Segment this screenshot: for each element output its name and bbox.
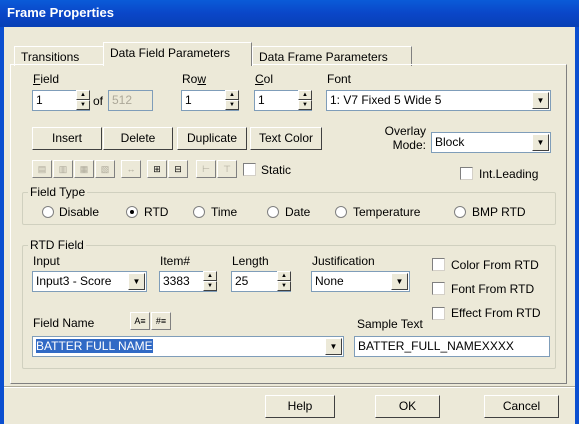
align-top-icon[interactable]: ▤ — [32, 160, 52, 178]
rtd-justification-label: Justification — [312, 254, 375, 268]
tab-data-field-parameters[interactable]: Data Field Parameters — [103, 42, 252, 66]
field-type-time-label: Time — [211, 205, 238, 219]
field-label: Field — [33, 72, 60, 86]
field-name-number-icon[interactable]: #≡ — [151, 312, 171, 330]
field-type-bmp-rtd-label: BMP RTD — [472, 205, 526, 219]
window-border-right — [575, 27, 579, 424]
stretch-width-icon[interactable]: ↔ — [121, 160, 141, 178]
field-name-edit-icon[interactable]: A≡ — [130, 312, 150, 330]
delete-button[interactable]: Delete — [103, 127, 173, 150]
rtd-field-title: RTD Field — [28, 238, 86, 252]
effect-from-rtd-checkbox[interactable] — [432, 307, 445, 320]
rtd-item-spinner[interactable]: ▲ ▼ — [203, 271, 217, 292]
int-leading-checkbox[interactable] — [460, 167, 473, 180]
overlay-mode-value: Block — [435, 135, 465, 149]
field-total: 512 — [108, 90, 153, 111]
chevron-down-icon[interactable]: ▼ — [532, 134, 549, 151]
help-button[interactable]: Help — [265, 395, 335, 418]
tab-data-frame-parameters-label: Data Frame Parameters — [259, 50, 388, 64]
field-type-disable-radio[interactable] — [42, 206, 54, 218]
sample-text-field[interactable]: BATTER_FULL_NAMEXXXX — [354, 336, 550, 357]
font-select-value: 1: V7 Fixed 5 Wide 5 — [330, 93, 442, 107]
align-right-icon[interactable]: ▧ — [95, 160, 115, 178]
rtd-length-spinner[interactable]: ▲ ▼ — [277, 271, 291, 292]
space-horizontal-icon[interactable]: ⊢ — [196, 160, 216, 178]
field-name-select[interactable]: BATTER FULL NAME ▼ — [32, 336, 344, 357]
center-horizontal-icon[interactable]: ⊞ — [147, 160, 167, 178]
text-color-button[interactable]: Text Color — [250, 127, 322, 150]
duplicate-button[interactable]: Duplicate — [177, 127, 247, 150]
font-from-rtd-checkbox[interactable] — [432, 282, 445, 295]
footer-separator — [4, 386, 575, 388]
field-name-label: Field Name — [33, 316, 95, 330]
rtd-input-select[interactable]: Input3 - Score ▼ — [32, 271, 147, 292]
overlay-mode-select[interactable]: Block ▼ — [431, 132, 551, 153]
sample-text-label: Sample Text — [357, 317, 423, 331]
tab-data-field-parameters-label: Data Field Parameters — [110, 46, 231, 60]
frame-properties-dialog: Frame Properties Transitions Data Field … — [0, 0, 579, 424]
field-of-label: of — [93, 94, 104, 108]
field-type-disable-label: Disable — [59, 205, 100, 219]
tab-transitions-label: Transitions — [21, 50, 80, 64]
align-left-icon[interactable]: ▦ — [74, 160, 94, 178]
center-vertical-icon[interactable]: ⊟ — [168, 160, 188, 178]
insert-button[interactable]: Insert — [32, 127, 102, 150]
window-title: Frame Properties — [7, 5, 114, 20]
static-label: Static — [261, 163, 292, 177]
chevron-down-icon[interactable]: ▼ — [325, 338, 342, 355]
align-middle-icon[interactable]: ▥ — [53, 160, 73, 178]
rtd-input-value: Input3 - Score — [36, 274, 112, 288]
font-select[interactable]: 1: V7 Fixed 5 Wide 5 ▼ — [326, 90, 551, 111]
row-spinner[interactable]: ▲ ▼ — [225, 90, 239, 111]
field-type-rtd-label: RTD — [144, 205, 169, 219]
rtd-item-label: Item# — [160, 254, 191, 268]
rtd-length-label: Length — [232, 254, 269, 268]
col-label: Col — [255, 72, 274, 86]
window-border-left — [0, 27, 4, 424]
cancel-button[interactable]: Cancel — [484, 395, 559, 418]
int-leading-label: Int.Leading — [479, 167, 539, 181]
ok-button[interactable]: OK — [375, 395, 440, 418]
color-from-rtd-label: Color From RTD — [451, 258, 539, 272]
field-type-temperature-radio[interactable] — [335, 206, 347, 218]
chevron-down-icon[interactable]: ▼ — [391, 273, 408, 290]
field-type-date-radio[interactable] — [267, 206, 279, 218]
field-type-title: Field Type — [28, 185, 88, 199]
rtd-justification-value: None — [315, 274, 344, 288]
rtd-input-label: Input — [33, 254, 60, 268]
row-label: Row — [182, 72, 207, 86]
chevron-down-icon[interactable]: ▼ — [532, 92, 549, 109]
effect-from-rtd-label: Effect From RTD — [451, 306, 541, 320]
static-checkbox[interactable] — [243, 163, 256, 176]
tab-data-frame-parameters[interactable]: Data Frame Parameters — [252, 46, 412, 66]
field-type-date-label: Date — [285, 205, 311, 219]
font-label: Font — [327, 72, 352, 86]
tab-transitions[interactable]: Transitions — [14, 46, 104, 66]
font-from-rtd-label: Font From RTD — [451, 282, 535, 296]
overlay-label-line1: Overlay — [384, 124, 426, 138]
field-type-rtd-radio[interactable] — [126, 206, 138, 218]
field-type-bmp-rtd-radio[interactable] — [454, 206, 466, 218]
color-from-rtd-checkbox[interactable] — [432, 258, 445, 271]
space-vertical-icon[interactable]: ⊤ — [217, 160, 237, 178]
title-bar[interactable]: Frame Properties — [0, 0, 579, 27]
field-type-temperature-label: Temperature — [353, 205, 421, 219]
chevron-down-icon[interactable]: ▼ — [128, 273, 145, 290]
rtd-justification-select[interactable]: None ▼ — [311, 271, 410, 292]
col-spinner[interactable]: ▲ ▼ — [298, 90, 312, 111]
overlay-label-line2: Mode: — [392, 138, 426, 152]
field-name-value: BATTER FULL NAME — [36, 339, 153, 353]
field-type-time-radio[interactable] — [193, 206, 205, 218]
field-number-spinner[interactable]: ▲ ▼ — [76, 90, 90, 111]
overlay-mode-label: Overlay Mode: — [376, 124, 426, 152]
